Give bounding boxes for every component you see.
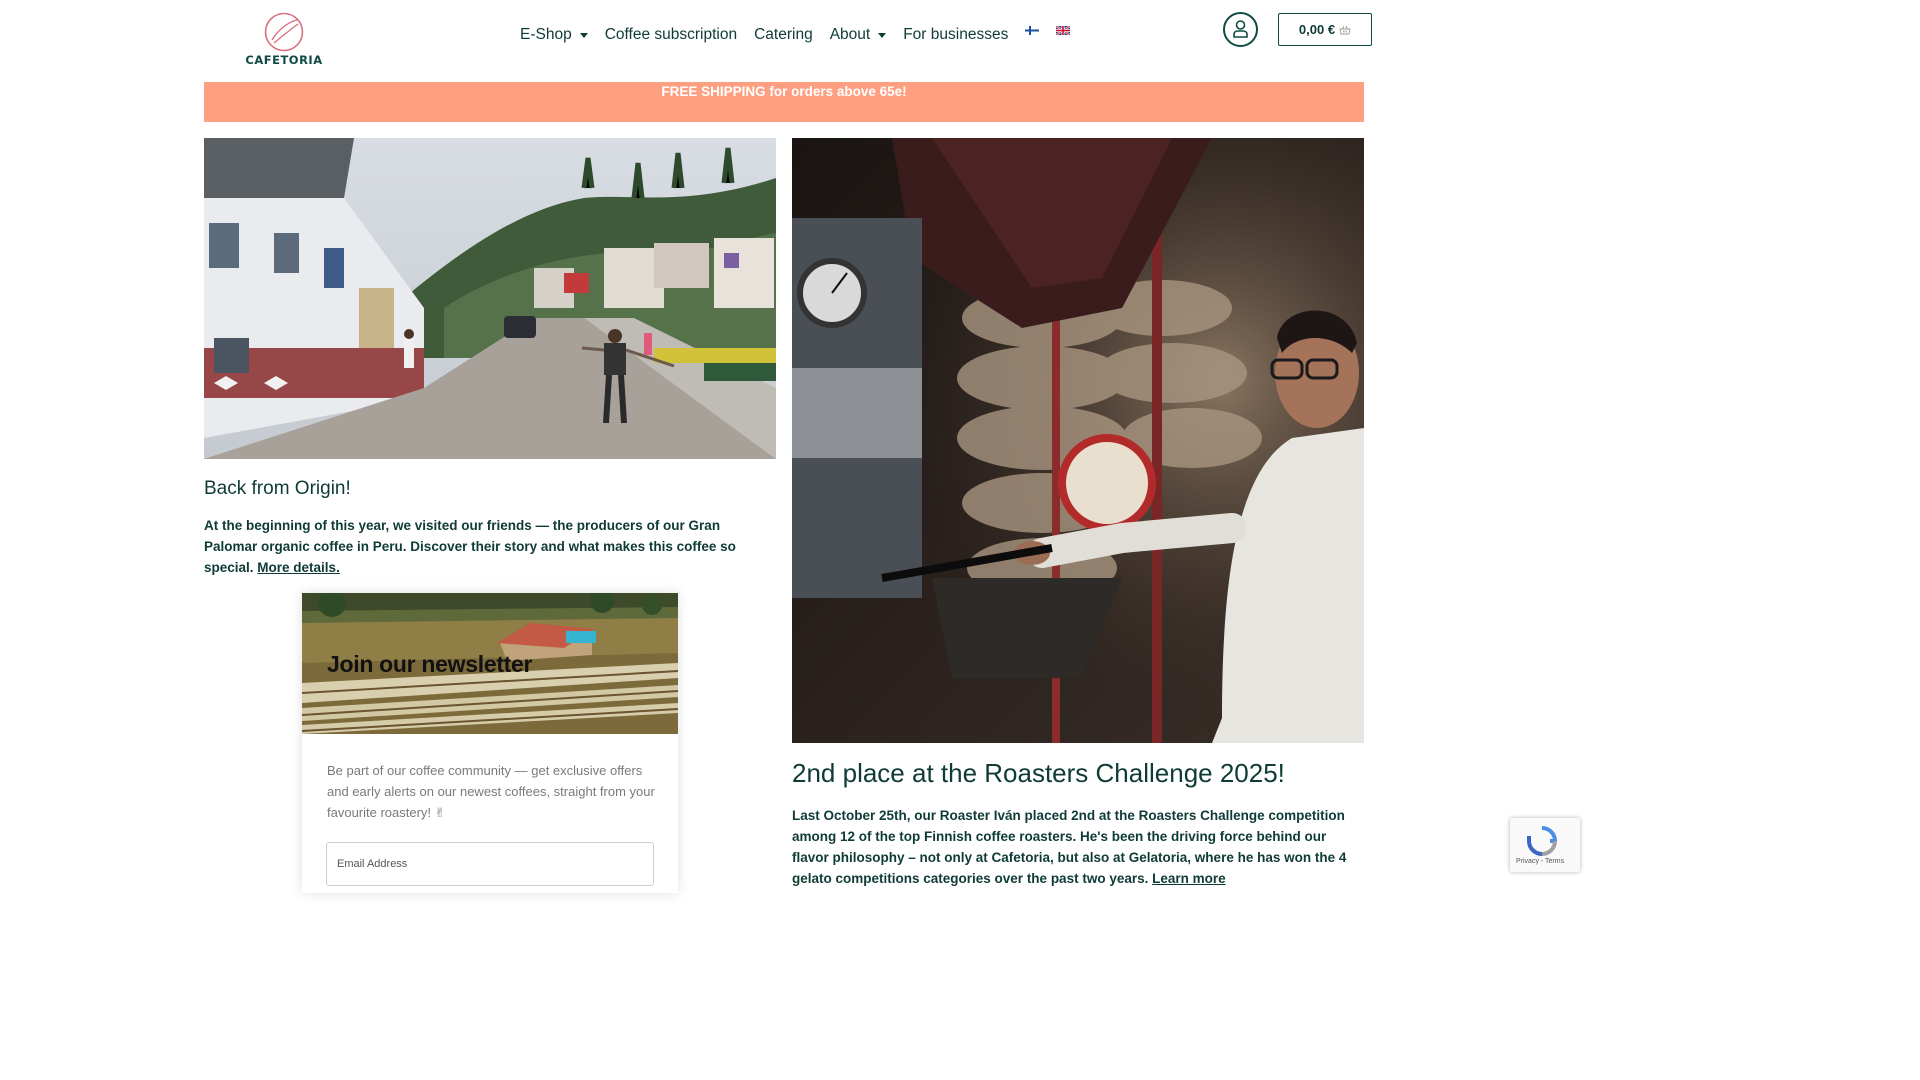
roaster-image[interactable] <box>792 138 1364 743</box>
cafetoria-logo-icon <box>264 12 304 52</box>
nav-label: Catering <box>754 26 813 43</box>
post-title: 2nd place at the Roasters Challenge 2025… <box>792 758 1285 788</box>
logo[interactable]: CAFETORIA <box>244 12 324 68</box>
account-button[interactable] <box>1223 12 1258 47</box>
cart-button[interactable]: 0,00 € <box>1278 13 1372 46</box>
chevron-down-icon <box>878 33 887 38</box>
post-body: Last October 25th, our Roaster Iván plac… <box>792 805 1362 889</box>
nav-item-catering[interactable]: Catering <box>754 26 813 44</box>
nav-item-eshop[interactable]: E-Shop <box>520 26 588 44</box>
post-body: At the beginning of this year, we visite… <box>204 515 776 578</box>
newsletter-card: Join our newsletter Be part of our coffe… <box>302 593 678 893</box>
more-details-link[interactable]: More details. <box>257 560 340 575</box>
post-title: Back from Origin! <box>204 478 351 499</box>
nav-label: Coffee subscription <box>604 26 738 43</box>
recaptcha-icon <box>1527 826 1558 856</box>
nav-label: For businesses <box>903 26 1009 43</box>
english-flag-icon[interactable] <box>1055 22 1071 36</box>
user-icon <box>1233 20 1248 38</box>
logo-text: CAFETORIA <box>245 53 323 67</box>
newsletter-title: Join our newsletter <box>327 651 533 677</box>
cart-total: 0,00 € <box>1298 22 1336 37</box>
chevron-down-icon <box>579 33 588 38</box>
nav-item-for-businesses[interactable]: For businesses <box>903 26 1008 44</box>
nav-label: E-Shop <box>520 26 572 43</box>
nav-item-about[interactable]: About <box>830 26 887 44</box>
finnish-flag-icon[interactable] <box>1025 22 1040 35</box>
banner-text: FREE SHIPPING for orders above 65e! <box>661 84 907 99</box>
newsletter-hero-image: Join our newsletter <box>302 593 678 734</box>
post-text: Last October 25th, our Roaster Iván plac… <box>792 808 1347 886</box>
nav-label: About <box>829 26 871 43</box>
recaptcha-badge[interactable]: Privacy - Terms <box>1510 818 1580 872</box>
main-nav: E-Shop Coffee subscription Catering Abou… <box>520 22 1071 48</box>
shipping-banner: FREE SHIPPING for orders above 65e! <box>204 82 1364 122</box>
newsletter-description: Be part of our coffee community — get ex… <box>327 763 655 820</box>
basket-icon <box>1339 25 1351 34</box>
learn-more-link[interactable]: Learn more <box>1152 871 1226 886</box>
peru-street-image[interactable] <box>204 138 776 459</box>
recaptcha-links[interactable]: Privacy - Terms <box>1516 858 1564 865</box>
nav-item-coffee-subscription[interactable]: Coffee subscription <box>605 26 737 44</box>
email-field[interactable] <box>326 842 654 886</box>
